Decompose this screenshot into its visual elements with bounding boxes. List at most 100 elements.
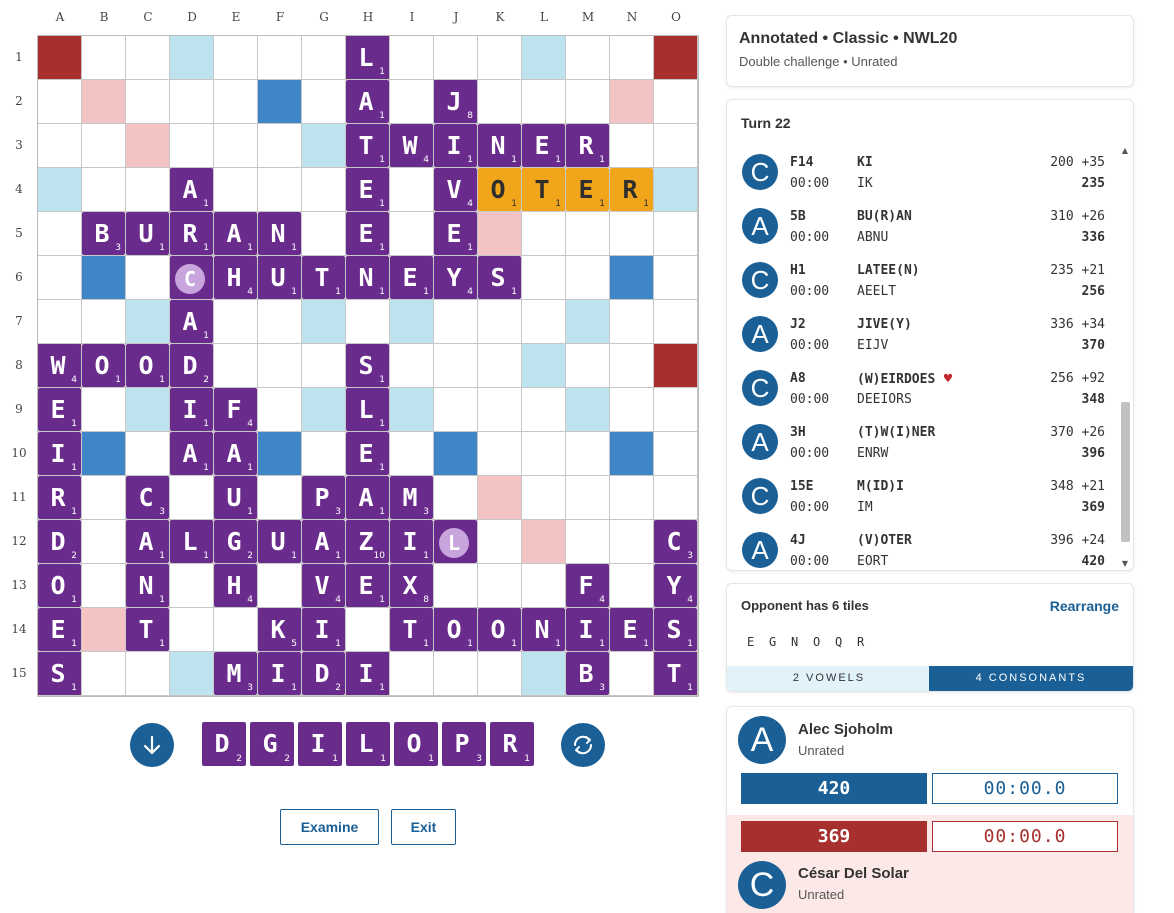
vowels-tab[interactable]: 2 VOWELS	[727, 666, 931, 691]
board-square[interactable]	[434, 388, 477, 431]
board-square[interactable]	[214, 80, 257, 123]
board-square[interactable]	[654, 124, 697, 167]
board-square[interactable]	[654, 476, 697, 519]
board-square[interactable]	[258, 124, 301, 167]
triple-letter-square[interactable]	[434, 432, 477, 475]
board-square[interactable]	[610, 212, 653, 255]
board-square[interactable]	[434, 344, 477, 387]
board-square[interactable]	[610, 388, 653, 431]
board-square[interactable]	[82, 300, 125, 343]
board-square[interactable]	[82, 652, 125, 695]
turn-row[interactable]: C 15E 00:00 M(ID)I IM 348 +21 369	[727, 468, 1119, 522]
board-square[interactable]	[82, 124, 125, 167]
turn-row[interactable]: A 5B 00:00 BU(R)AN ABNU 310 +26 336	[727, 198, 1119, 252]
board-square[interactable]	[170, 608, 213, 651]
turn-list-scrollbar[interactable]: ▲ ▼	[1119, 144, 1131, 570]
board-square[interactable]	[522, 564, 565, 607]
board-square[interactable]	[214, 168, 257, 211]
board-square[interactable]	[126, 80, 169, 123]
board-square[interactable]	[390, 36, 433, 79]
board-square[interactable]	[258, 300, 301, 343]
board-square[interactable]	[610, 652, 653, 695]
rack-tile[interactable]: G2	[250, 722, 294, 766]
board-square[interactable]	[478, 652, 521, 695]
scroll-up-icon[interactable]: ▲	[1119, 146, 1131, 155]
board-square[interactable]	[126, 432, 169, 475]
board-square[interactable]	[390, 432, 433, 475]
board-square[interactable]	[302, 80, 345, 123]
board-square[interactable]	[82, 168, 125, 211]
board-square[interactable]	[346, 300, 389, 343]
board-square[interactable]	[302, 36, 345, 79]
board-square[interactable]	[82, 476, 125, 519]
board-square[interactable]	[610, 564, 653, 607]
board-square[interactable]	[478, 564, 521, 607]
board-square[interactable]	[610, 300, 653, 343]
board-square[interactable]	[126, 652, 169, 695]
arrow-down-icon[interactable]	[130, 723, 174, 767]
double-word-square[interactable]	[82, 80, 125, 123]
board-square[interactable]	[258, 476, 301, 519]
turn-row[interactable]: C F14 00:00 KI IK 200 +35 235	[727, 144, 1119, 198]
board-square[interactable]	[390, 212, 433, 255]
turn-list[interactable]: C F14 00:00 KI IK 200 +35 235 A 5B 00:00 BU(R)AN AB…	[727, 144, 1119, 570]
turn-row[interactable]: C A8 00:00 (W)EIRDOES ♥ DEEIORS 256 +92 348	[727, 360, 1119, 414]
double-letter-square[interactable]	[566, 388, 609, 431]
board-square[interactable]	[38, 256, 81, 299]
board-square[interactable]	[566, 520, 609, 563]
board-square[interactable]	[302, 168, 345, 211]
board-square[interactable]	[610, 476, 653, 519]
board-square[interactable]	[82, 388, 125, 431]
board-square[interactable]	[478, 344, 521, 387]
board-square[interactable]	[566, 212, 609, 255]
board-square[interactable]	[434, 652, 477, 695]
double-word-square[interactable]	[82, 608, 125, 651]
triple-word-square[interactable]	[654, 344, 697, 387]
board-square[interactable]	[522, 300, 565, 343]
board-square[interactable]	[38, 212, 81, 255]
rack-tile[interactable]: I1	[298, 722, 342, 766]
board-square[interactable]	[654, 388, 697, 431]
double-letter-square[interactable]	[390, 300, 433, 343]
board-square[interactable]	[214, 608, 257, 651]
board-square[interactable]	[258, 36, 301, 79]
double-letter-square[interactable]	[522, 652, 565, 695]
double-letter-square[interactable]	[170, 652, 213, 695]
double-word-square[interactable]	[610, 80, 653, 123]
board-square[interactable]	[522, 432, 565, 475]
board-square[interactable]	[214, 36, 257, 79]
triple-letter-square[interactable]	[610, 256, 653, 299]
board-square[interactable]	[478, 300, 521, 343]
board-square[interactable]	[38, 124, 81, 167]
board-square[interactable]	[610, 36, 653, 79]
triple-letter-square[interactable]	[82, 256, 125, 299]
board-square[interactable]	[654, 432, 697, 475]
board-square[interactable]	[126, 168, 169, 211]
board-square[interactable]	[478, 80, 521, 123]
triple-letter-square[interactable]	[258, 432, 301, 475]
scroll-down-icon[interactable]: ▼	[1119, 559, 1131, 568]
double-letter-square[interactable]	[302, 388, 345, 431]
double-letter-square[interactable]	[126, 388, 169, 431]
board-square[interactable]	[82, 36, 125, 79]
board-square[interactable]	[654, 300, 697, 343]
board-square[interactable]	[522, 476, 565, 519]
double-word-square[interactable]	[478, 212, 521, 255]
game-board[interactable]: L1A1J8T1W4I1N1E1R1A1E1V4O1T1E1R1B3U1R1A1…	[37, 35, 699, 697]
board-square[interactable]	[522, 80, 565, 123]
board-square[interactable]	[654, 80, 697, 123]
board-square[interactable]	[610, 520, 653, 563]
board-square[interactable]	[214, 300, 257, 343]
turn-row[interactable]: A 4J 00:00 (V)OTER EORT 396 +24 420	[727, 522, 1119, 570]
board-square[interactable]	[566, 80, 609, 123]
double-letter-square[interactable]	[566, 300, 609, 343]
double-letter-square[interactable]	[390, 388, 433, 431]
board-square[interactable]	[214, 124, 257, 167]
rack-tile[interactable]: L1	[346, 722, 390, 766]
double-word-square[interactable]	[522, 520, 565, 563]
board-square[interactable]	[522, 256, 565, 299]
board-square[interactable]	[478, 432, 521, 475]
board-square[interactable]	[258, 168, 301, 211]
board-square[interactable]	[566, 432, 609, 475]
board-square[interactable]	[522, 388, 565, 431]
